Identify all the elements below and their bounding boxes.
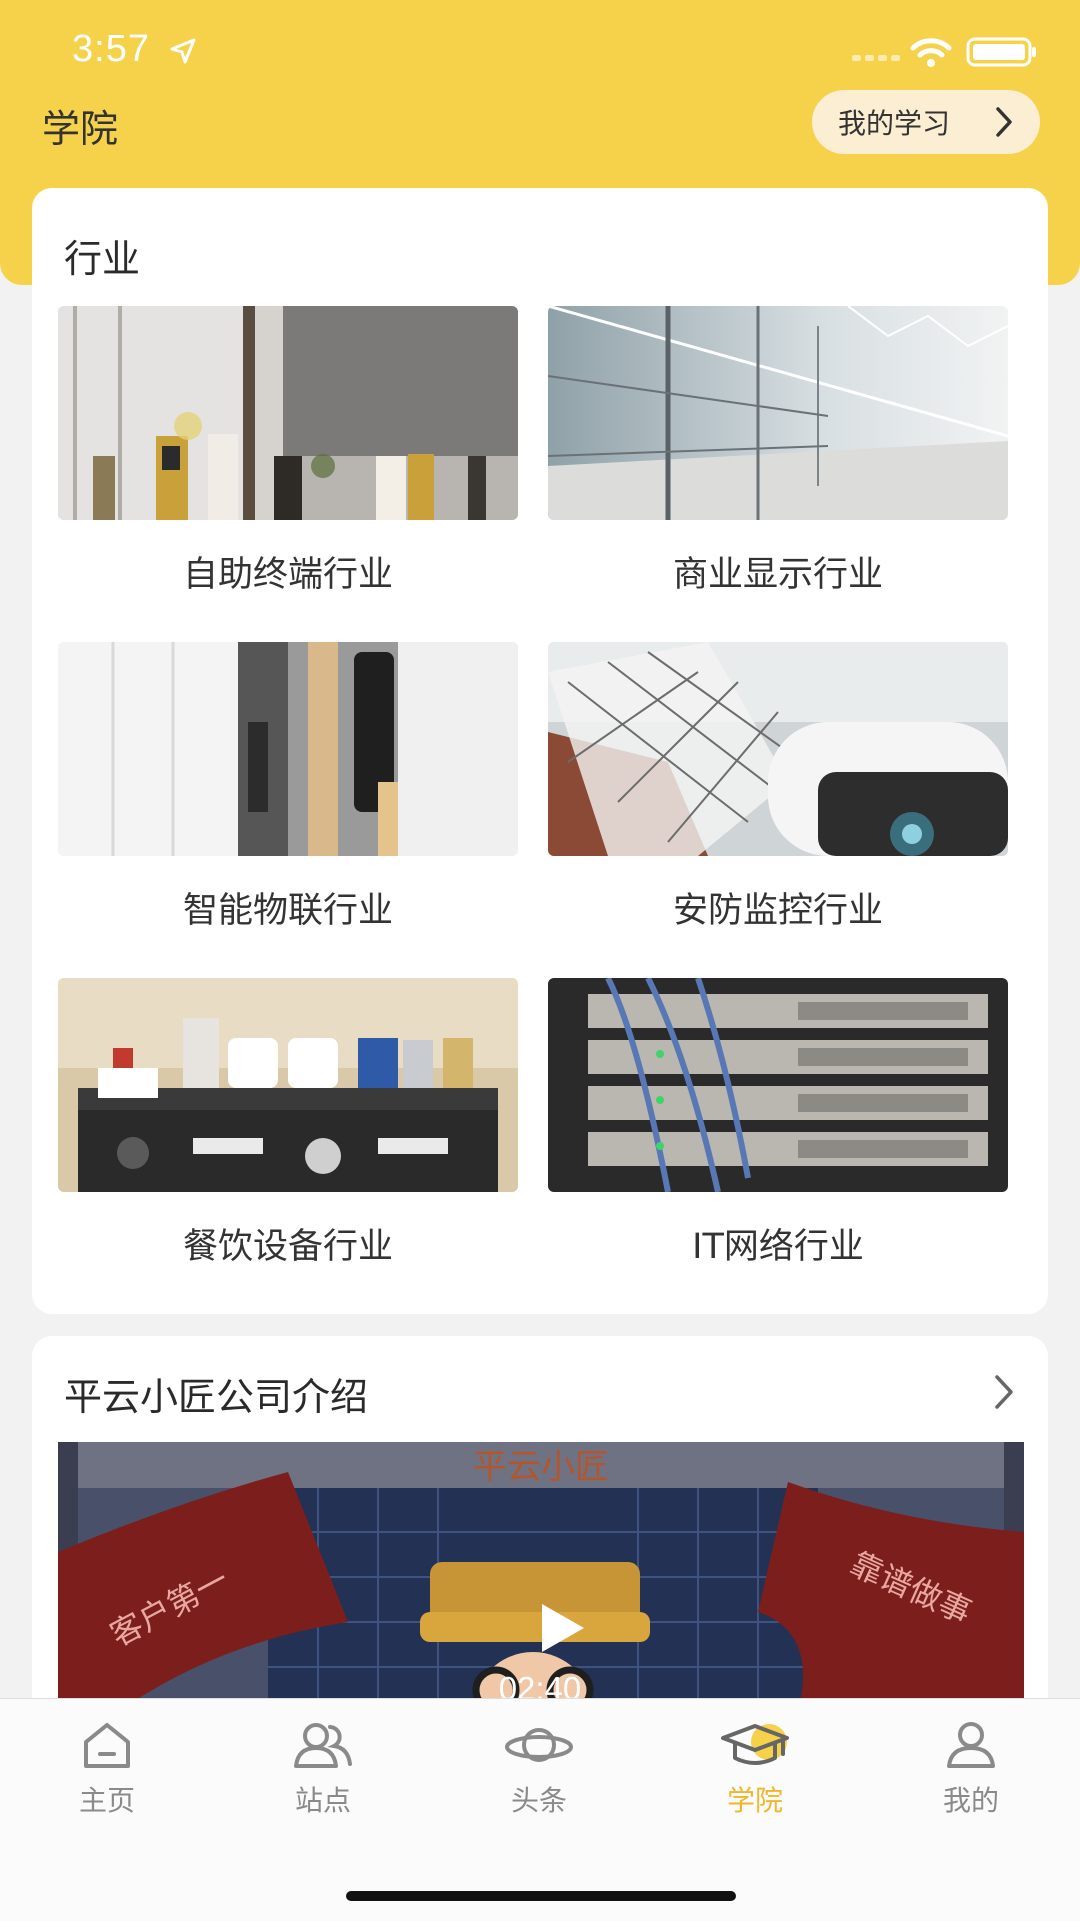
industry-tile-security[interactable]: 安防监控行业 [548,642,1008,931]
battery-icon [966,37,1036,67]
signal-icon [852,55,900,61]
bottom-tab-bar: 主页 站点 头条 学院 我的 [0,1698,1080,1921]
tab-headlines[interactable]: 头条 [464,1717,614,1819]
tab-mine[interactable]: 我的 [896,1717,1046,1819]
chevron-right-icon [996,107,1012,137]
industry-tile-it-network[interactable]: IT网络行业 [548,978,1008,1267]
my-study-button[interactable]: 我的学习 [812,90,1040,154]
tab-label: 头条 [510,1784,567,1817]
location-arrow-icon [170,38,196,64]
company-intro-title: 平云小匠公司介绍 [64,1375,369,1419]
tab-stations[interactable]: 站点 [248,1717,398,1819]
video-brand-text: 平云小匠 [473,1447,609,1487]
smart-iot-image [58,642,518,856]
tab-home[interactable]: 主页 [32,1717,182,1819]
company-intro-section[interactable]: 平云小匠公司介绍 平云小匠 客户第一 靠谱做事 [32,1336,1048,1716]
users-icon [294,1723,352,1768]
play-icon[interactable] [536,1600,588,1656]
industry-tile-label: 智能物联行业 [182,891,393,931]
commercial-display-image [548,306,1008,520]
page-title: 学院 [42,107,119,151]
status-time: 3:57 [72,28,150,70]
industry-tile-iot[interactable]: 智能物联行业 [58,642,518,931]
my-study-label: 我的学习 [838,107,951,140]
tab-label: 站点 [294,1784,351,1817]
home-icon [84,1723,130,1768]
tab-label: 主页 [78,1784,135,1817]
planet-icon [505,1728,573,1762]
industry-tile-label: IT网络行业 [692,1227,864,1267]
user-icon [947,1722,995,1768]
chevron-right-icon [995,1375,1013,1409]
security-monitoring-image [548,642,1008,856]
self-service-terminal-image [58,306,518,520]
industry-tile-label: 餐饮设备行业 [182,1227,393,1267]
catering-equipment-image [58,978,518,1192]
it-network-image [548,978,1008,1192]
industry-tile-self-service[interactable]: 自助终端行业 [58,306,518,595]
industry-tile-label: 自助终端行业 [182,555,393,595]
industry-section-title: 行业 [64,237,141,281]
industry-section: 行业 自助终端行业 商业显示行业 智能物联行业 安防监控行业 餐饮设备行业 IT… [32,188,1048,1314]
industry-tile-label: 商业显示行业 [672,555,883,595]
tab-label: 我的 [942,1784,999,1817]
graduation-cap-icon [721,1724,789,1765]
industry-tile-label: 安防监控行业 [672,891,883,931]
tab-label: 学院 [726,1784,783,1817]
wifi-icon [910,38,952,67]
industry-tile-catering[interactable]: 餐饮设备行业 [58,978,518,1267]
tab-academy[interactable]: 学院 [680,1717,830,1819]
industry-tile-commercial-display[interactable]: 商业显示行业 [548,306,1008,595]
home-indicator [346,1891,736,1901]
